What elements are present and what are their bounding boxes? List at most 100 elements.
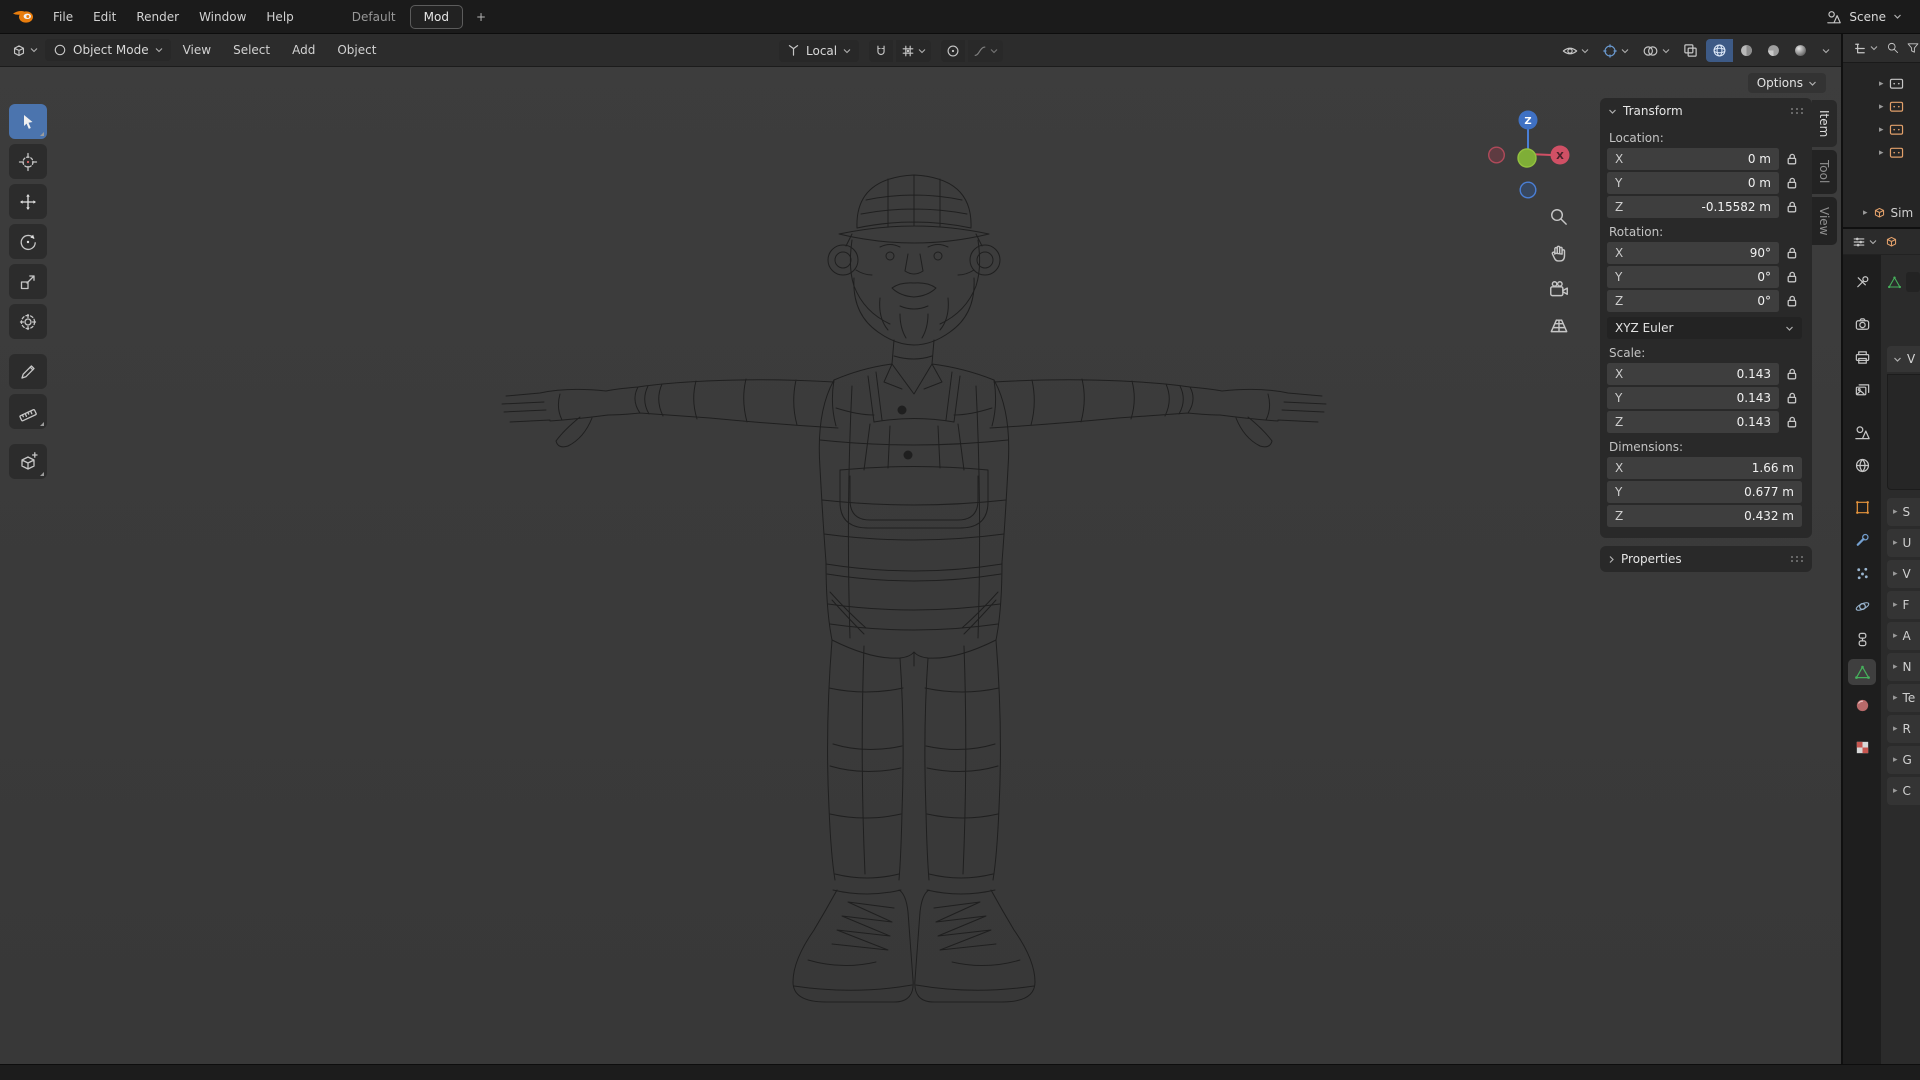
properties-panel-header[interactable]: Properties: [1600, 546, 1812, 572]
panel-drag-grip[interactable]: [1790, 555, 1804, 563]
location-z-field[interactable]: Z -0.15582 m: [1607, 196, 1779, 218]
snap-toggle-button[interactable]: [869, 40, 893, 62]
lock-rotation-x[interactable]: [1782, 247, 1802, 259]
menu-view[interactable]: View: [173, 38, 221, 62]
overlays-dropdown-button[interactable]: [1637, 40, 1675, 62]
rotation-y-field[interactable]: Y 0°: [1607, 266, 1779, 288]
workspace-tab-mod[interactable]: Mod: [410, 5, 463, 29]
lock-rotation-z[interactable]: [1782, 295, 1802, 307]
panel-header-collapsed[interactable]: ▸ A: [1887, 622, 1920, 650]
expand-arrow-icon[interactable]: ▸: [1879, 148, 1884, 158]
pan-button[interactable]: [1548, 242, 1570, 264]
shading-wireframe-button[interactable]: [1706, 39, 1733, 62]
panel-header-collapsed[interactable]: ▸ C: [1887, 777, 1920, 805]
mesh-name-field[interactable]: [1906, 272, 1920, 292]
outliner-collection-row[interactable]: ▸: [1843, 72, 1920, 95]
props-tab-tool[interactable]: [1848, 269, 1876, 295]
outliner-editor-type-button[interactable]: [1850, 39, 1880, 58]
vertex-group-list[interactable]: [1887, 374, 1920, 490]
proportional-falloff-button[interactable]: [968, 40, 1003, 62]
props-tab-modifiers[interactable]: [1848, 527, 1876, 553]
scale-x-field[interactable]: X 0.143: [1607, 363, 1779, 385]
outliner-object-row[interactable]: ▸ Sim: [1843, 201, 1920, 224]
props-tab-render[interactable]: [1848, 311, 1876, 337]
outliner-collection-row[interactable]: ▸: [1843, 141, 1920, 164]
menu-add[interactable]: Add: [282, 38, 325, 62]
panel-header-collapsed[interactable]: ▸ N: [1887, 653, 1920, 681]
lock-rotation-y[interactable]: [1782, 271, 1802, 283]
props-tab-object[interactable]: [1848, 494, 1876, 520]
panel-header-collapsed[interactable]: ▸ G: [1887, 746, 1920, 774]
zoom-button[interactable]: [1548, 206, 1570, 228]
props-tab-view-layer[interactable]: [1848, 377, 1876, 403]
tool-cursor-3d[interactable]: [9, 144, 47, 179]
lock-scale-z[interactable]: [1782, 416, 1802, 428]
gizmo-minus-z-ball[interactable]: [1520, 182, 1536, 198]
tool-annotate[interactable]: [9, 354, 47, 389]
props-tab-particles[interactable]: [1848, 560, 1876, 586]
expand-arrow-icon[interactable]: ▸: [1879, 125, 1884, 135]
tool-measure[interactable]: [9, 394, 47, 429]
panel-drag-grip[interactable]: [1790, 107, 1804, 115]
menu-window[interactable]: Window: [189, 5, 256, 29]
orientation-selector[interactable]: Local: [779, 40, 859, 62]
tool-scale[interactable]: [9, 264, 47, 299]
rotation-x-field[interactable]: X 90°: [1607, 242, 1779, 264]
outliner-collection-row[interactable]: ▸: [1843, 95, 1920, 118]
outliner-collection-row[interactable]: ▸: [1843, 118, 1920, 141]
props-tab-object-data[interactable]: [1848, 659, 1876, 685]
panel-header-collapsed[interactable]: ▸ V: [1887, 560, 1920, 588]
gizmo-y-axis-ball[interactable]: [1518, 149, 1536, 167]
transform-panel-header[interactable]: Transform: [1600, 98, 1812, 124]
location-x-field[interactable]: X 0 m: [1607, 148, 1779, 170]
expand-arrow-icon[interactable]: ▸: [1879, 102, 1884, 112]
tool-rotate[interactable]: [9, 224, 47, 259]
lock-location-x[interactable]: [1782, 153, 1802, 165]
sidebar-tab-view[interactable]: View: [1812, 197, 1837, 245]
proportional-editing-button[interactable]: [941, 40, 965, 62]
shading-material-button[interactable]: [1760, 39, 1787, 62]
lock-scale-x[interactable]: [1782, 368, 1802, 380]
menu-edit[interactable]: Edit: [83, 5, 126, 29]
mode-selector[interactable]: Object Mode: [45, 39, 171, 61]
xray-toggle-button[interactable]: [1678, 39, 1703, 62]
tool-add-cube[interactable]: [9, 444, 47, 479]
gizmos-dropdown-button[interactable]: [1597, 39, 1634, 63]
tool-move[interactable]: [9, 184, 47, 219]
props-tab-scene[interactable]: [1848, 419, 1876, 445]
editor-type-button[interactable]: [6, 38, 43, 62]
shading-rendered-button[interactable]: [1787, 39, 1814, 62]
scene-selector[interactable]: Scene: [1826, 9, 1912, 25]
gizmo-minus-x-ball[interactable]: [1489, 147, 1505, 163]
shading-solid-button[interactable]: [1733, 39, 1760, 62]
menu-render[interactable]: Render: [126, 5, 189, 29]
sidebar-tab-tool[interactable]: Tool: [1812, 150, 1837, 193]
lock-scale-y[interactable]: [1782, 392, 1802, 404]
expand-arrow-icon[interactable]: ▸: [1879, 79, 1884, 89]
menu-select[interactable]: Select: [223, 38, 280, 62]
tool-transform[interactable]: [9, 304, 47, 339]
workspace-tab-default[interactable]: Default: [338, 5, 410, 29]
props-tab-constraints[interactable]: [1848, 626, 1876, 652]
dimensions-x-field[interactable]: X 1.66 m: [1607, 457, 1802, 479]
properties-editor-type-button[interactable]: [1850, 233, 1879, 251]
viewport-3d[interactable]: Object Mode View Select Add Object: [0, 34, 1841, 1064]
outliner-editor[interactable]: ▸ ▸ ▸: [1843, 34, 1920, 227]
panel-header-collapsed[interactable]: ▸ Te: [1887, 684, 1920, 712]
panel-header-expanded[interactable]: V: [1887, 346, 1920, 372]
expand-arrow-icon[interactable]: ▸: [1863, 208, 1868, 218]
panel-header-collapsed[interactable]: ▸ F: [1887, 591, 1920, 619]
props-tab-physics[interactable]: [1848, 593, 1876, 619]
location-y-field[interactable]: Y 0 m: [1607, 172, 1779, 194]
panel-header-collapsed[interactable]: ▸ S: [1887, 498, 1920, 526]
menu-file[interactable]: File: [43, 5, 83, 29]
rotation-mode-dropdown[interactable]: XYZ Euler: [1607, 317, 1802, 339]
tool-tweak-select[interactable]: [9, 104, 47, 139]
dimensions-y-field[interactable]: Y 0.677 m: [1607, 481, 1802, 503]
shading-dropdown-button[interactable]: [1817, 44, 1835, 58]
props-tab-output[interactable]: [1848, 344, 1876, 370]
axis-navigation-gizmo[interactable]: Z X: [1486, 106, 1570, 200]
menu-help[interactable]: Help: [256, 5, 303, 29]
panel-header-collapsed[interactable]: ▸ R: [1887, 715, 1920, 743]
rotation-z-field[interactable]: Z 0°: [1607, 290, 1779, 312]
